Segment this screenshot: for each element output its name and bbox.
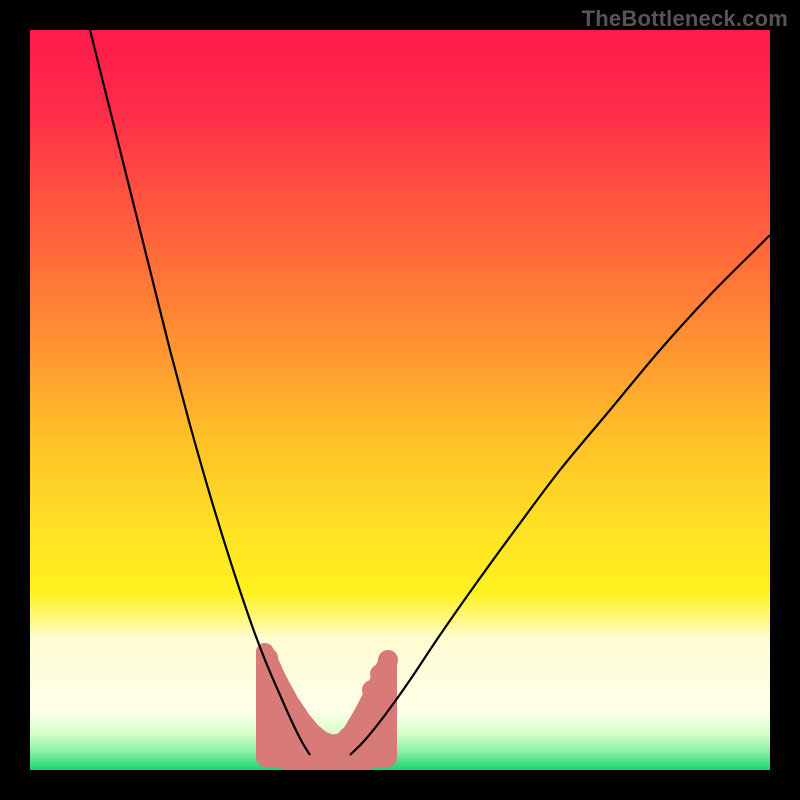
curve-left-curve <box>90 30 310 755</box>
valley-dot-4 <box>378 650 398 670</box>
chart-frame: TheBottleneck.com <box>0 0 800 800</box>
plot-area <box>30 30 770 770</box>
curves-layer <box>30 30 770 770</box>
watermark-text: TheBottleneck.com <box>582 6 788 32</box>
curve-right-curve <box>350 235 770 755</box>
